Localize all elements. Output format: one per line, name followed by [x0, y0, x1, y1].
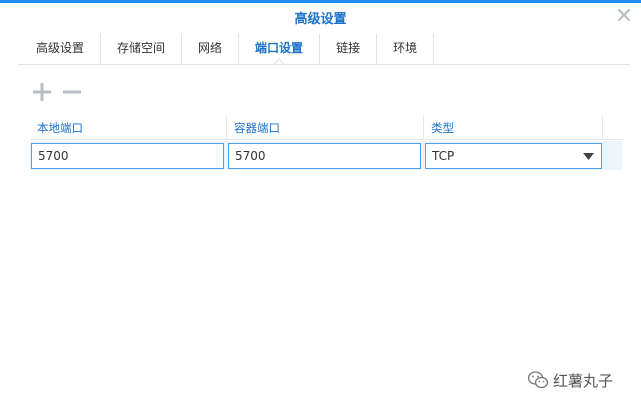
- tab-label: 环境: [393, 41, 418, 55]
- chevron-down-icon: [583, 153, 594, 160]
- column-type[interactable]: 类型: [424, 116, 603, 139]
- column-filler: [603, 116, 622, 139]
- tab-divider: [18, 64, 630, 65]
- tab-bar: 高级设置 存储空间 网络 端口设置 链接 环境: [18, 34, 435, 65]
- column-local-port[interactable]: 本地端口: [30, 116, 227, 139]
- remove-port-button[interactable]: [60, 80, 84, 104]
- close-button[interactable]: [615, 6, 633, 24]
- local-port-input[interactable]: 5700: [31, 143, 224, 169]
- watermark: 红薯丸子: [527, 368, 613, 392]
- tab-port-settings[interactable]: 端口设置: [239, 34, 321, 65]
- port-table-header: 本地端口 容器端口 类型: [30, 116, 622, 140]
- add-port-button[interactable]: [30, 80, 54, 104]
- tab-label: 端口设置: [255, 41, 304, 55]
- table-row[interactable]: 5700 5700 TCP: [30, 141, 622, 170]
- container-port-input[interactable]: 5700: [228, 143, 421, 169]
- plus-icon: [33, 83, 51, 101]
- tab-links[interactable]: 链接: [320, 34, 378, 64]
- minus-icon: [63, 90, 81, 94]
- tab-label: 高级设置: [36, 41, 85, 55]
- advanced-settings-dialog: 高级设置 高级设置 存储空间 网络 端口设置 链接 环境 本地端口 容器端口 类…: [0, 0, 641, 408]
- type-select[interactable]: TCP: [425, 143, 602, 169]
- tab-label: 链接: [336, 41, 361, 55]
- tab-network[interactable]: 网络: [182, 34, 240, 64]
- dialog-top-bar: [0, 0, 641, 3]
- tab-environment[interactable]: 环境: [377, 34, 435, 64]
- tab-label: 网络: [198, 41, 223, 55]
- type-select-value: TCP: [432, 149, 455, 163]
- close-icon: [618, 9, 630, 21]
- tab-label: 存储空间: [117, 41, 166, 55]
- tab-advanced-settings[interactable]: 高级设置: [18, 34, 102, 64]
- wechat-icon: [527, 371, 549, 389]
- tab-storage[interactable]: 存储空间: [101, 34, 183, 64]
- dialog-title: 高级设置: [294, 12, 347, 27]
- port-toolbar: [30, 80, 84, 104]
- watermark-text: 红薯丸子: [553, 371, 614, 390]
- column-container-port[interactable]: 容器端口: [227, 116, 424, 139]
